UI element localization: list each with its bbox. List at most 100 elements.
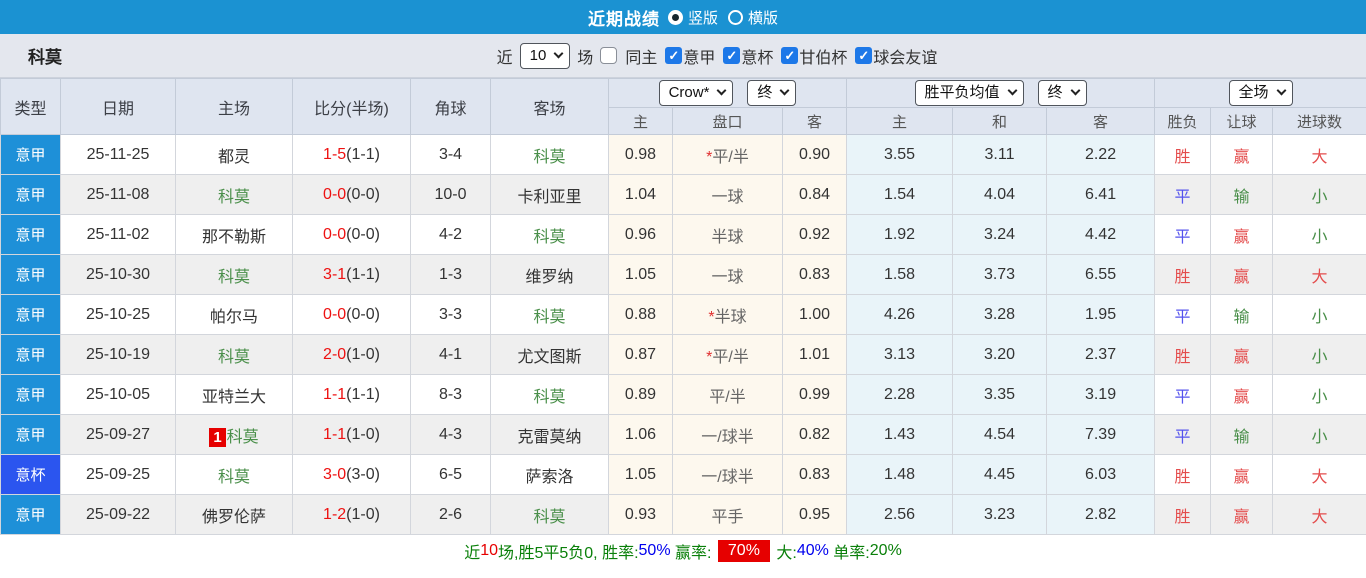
home-cell: 科莫 bbox=[176, 255, 293, 295]
table-row: 意甲 25-10-05 亚特兰大 1-1(1-1) 8-3 科莫 0.89 平/… bbox=[1, 375, 1366, 415]
filter-checkbox-2[interactable]: ✓意杯 bbox=[723, 44, 773, 68]
chevron-down-icon bbox=[717, 86, 727, 96]
handicap-line: 一/球半 bbox=[701, 469, 753, 486]
halftime-score: (1-0) bbox=[346, 506, 380, 523]
score-cell: 0-0(0-0) bbox=[293, 215, 411, 255]
handicap-line: 平/半 bbox=[712, 149, 748, 166]
home-team: 都灵 bbox=[218, 149, 250, 166]
col-result-wdl: 胜负 bbox=[1155, 108, 1211, 135]
col-type: 类型 bbox=[1, 79, 61, 135]
home-cell: 那不勒斯 bbox=[176, 215, 293, 255]
result-handicap-cell: 赢 bbox=[1211, 495, 1273, 535]
odds-time-select[interactable]: 终 bbox=[747, 80, 796, 106]
col-result-handicap: 让球 bbox=[1211, 108, 1273, 135]
fulltime-score: 3-0 bbox=[323, 466, 346, 483]
result-wdl-cell: 平 bbox=[1155, 215, 1211, 255]
halftime-score: (0-0) bbox=[346, 306, 380, 323]
table-row: 意甲 25-11-25 都灵 1-5(1-1) 3-4 科莫 0.98 *平/半… bbox=[1, 135, 1366, 175]
table-row: 意杯 25-09-25 科莫 3-0(3-0) 6-5 萨索洛 1.05 一/球… bbox=[1, 455, 1366, 495]
layout-radio-vertical[interactable]: 竖版 bbox=[668, 7, 718, 28]
filter-checkbox-4[interactable]: ✓球会友谊 bbox=[855, 44, 937, 68]
summary-segment: 20% bbox=[870, 542, 902, 560]
halftime-score: (1-0) bbox=[346, 426, 380, 443]
away-cell: 科莫 bbox=[491, 135, 609, 175]
avg-win-odds-cell: 1.58 bbox=[847, 255, 953, 295]
league-cell: 意甲 bbox=[1, 415, 61, 455]
games-count-select[interactable]: 10 bbox=[520, 43, 571, 69]
avg-lose-odds-cell: 1.95 bbox=[1047, 295, 1155, 335]
result-wdl-cell: 胜 bbox=[1155, 335, 1211, 375]
result-handicap-cell: 输 bbox=[1211, 415, 1273, 455]
avg-lose-odds-cell: 2.22 bbox=[1047, 135, 1155, 175]
result-goals-cell: 小 bbox=[1273, 175, 1366, 215]
score-cell: 1-5(1-1) bbox=[293, 135, 411, 175]
date-cell: 25-10-05 bbox=[61, 375, 176, 415]
table-row: 意甲 25-11-02 那不勒斯 0-0(0-0) 4-2 科莫 0.96 半球… bbox=[1, 215, 1366, 255]
away-cell: 科莫 bbox=[491, 375, 609, 415]
fulltime-score: 1-1 bbox=[323, 426, 346, 443]
checkbox-checked-icon: ✓ bbox=[781, 47, 798, 64]
score-cell: 3-1(1-1) bbox=[293, 255, 411, 295]
away-team: 克雷莫纳 bbox=[517, 429, 581, 446]
result-goals-cell: 小 bbox=[1273, 295, 1366, 335]
handicap-away-odds-cell: 0.90 bbox=[783, 135, 847, 175]
handicap-cell: 一球 bbox=[673, 255, 783, 295]
result-goals-cell: 小 bbox=[1273, 415, 1366, 455]
handicap-away-odds-cell: 1.00 bbox=[783, 295, 847, 335]
result-scope-select[interactable]: 全场 bbox=[1229, 80, 1293, 106]
checkbox-label: 同主 bbox=[625, 44, 657, 68]
result-wdl-cell: 平 bbox=[1155, 175, 1211, 215]
handicap-cell: 一/球半 bbox=[673, 455, 783, 495]
col-handicap: 盘口 bbox=[673, 108, 783, 135]
date-cell: 25-09-22 bbox=[61, 495, 176, 535]
handicap-line: 一球 bbox=[711, 269, 743, 286]
fulltime-score: 1-5 bbox=[323, 146, 346, 163]
handicap-away-odds-cell: 0.84 bbox=[783, 175, 847, 215]
result-wdl-cell: 胜 bbox=[1155, 495, 1211, 535]
home-team: 科莫 bbox=[218, 189, 250, 206]
avg-draw-odds-cell: 4.45 bbox=[953, 455, 1047, 495]
away-team: 维罗纳 bbox=[525, 269, 573, 286]
odds-company-value: Crow* bbox=[669, 83, 710, 102]
col-away: 客场 bbox=[491, 79, 609, 135]
chevron-down-icon bbox=[1070, 86, 1080, 96]
league-cell: 意甲 bbox=[1, 135, 61, 175]
odds-company-select[interactable]: Crow* bbox=[659, 80, 734, 106]
col-odds-away: 客 bbox=[783, 108, 847, 135]
col-avg-lose: 客 bbox=[1047, 108, 1155, 135]
handicap-cell: 半球 bbox=[673, 215, 783, 255]
summary-segment: 40% bbox=[797, 542, 829, 560]
avg-lose-odds-cell: 4.42 bbox=[1047, 215, 1155, 255]
filter-checkbox-0[interactable]: 同主 bbox=[600, 44, 657, 68]
summary-segment: 场,胜5平5负0, bbox=[498, 539, 602, 563]
avg-draw-odds-cell: 4.54 bbox=[953, 415, 1047, 455]
handicap-line: 一球 bbox=[711, 189, 743, 206]
filter-checkbox-3[interactable]: ✓甘伯杯 bbox=[781, 44, 847, 68]
handicap-away-odds-cell: 0.83 bbox=[783, 255, 847, 295]
result-goals-cell: 大 bbox=[1273, 135, 1366, 175]
avg-win-odds-cell: 2.28 bbox=[847, 375, 953, 415]
away-team: 科莫 bbox=[533, 229, 565, 246]
score-cell: 1-1(1-1) bbox=[293, 375, 411, 415]
radio-unselected-icon bbox=[728, 10, 743, 25]
chevron-down-icon bbox=[780, 86, 790, 96]
checkbox-label: 甘伯杯 bbox=[799, 44, 847, 68]
home-cell: 佛罗伦萨 bbox=[176, 495, 293, 535]
layout-radio-horizontal[interactable]: 横版 bbox=[728, 7, 778, 28]
avg-odds-select[interactable]: 胜平负均值 bbox=[915, 80, 1024, 106]
filter-checkbox-1[interactable]: ✓意甲 bbox=[665, 44, 715, 68]
home-team: 科莫 bbox=[218, 469, 250, 486]
avg-time-value: 终 bbox=[1048, 83, 1063, 102]
result-wdl-cell: 平 bbox=[1155, 415, 1211, 455]
avg-win-odds-cell: 1.48 bbox=[847, 455, 953, 495]
league-filter-checkboxes: 同主 ✓意甲 ✓意杯 ✓甘伯杯 ✓球会友谊 bbox=[600, 44, 937, 68]
home-team: 佛罗伦萨 bbox=[202, 509, 266, 526]
radio-label: 竖版 bbox=[688, 7, 718, 28]
result-scope-value: 全场 bbox=[1239, 83, 1269, 102]
avg-time-select[interactable]: 终 bbox=[1038, 80, 1087, 106]
result-goals-cell: 大 bbox=[1273, 255, 1366, 295]
avg-lose-odds-cell: 2.37 bbox=[1047, 335, 1155, 375]
games-count-value: 10 bbox=[530, 46, 547, 65]
corners-cell: 6-5 bbox=[411, 455, 491, 495]
radio-selected-icon bbox=[668, 10, 683, 25]
